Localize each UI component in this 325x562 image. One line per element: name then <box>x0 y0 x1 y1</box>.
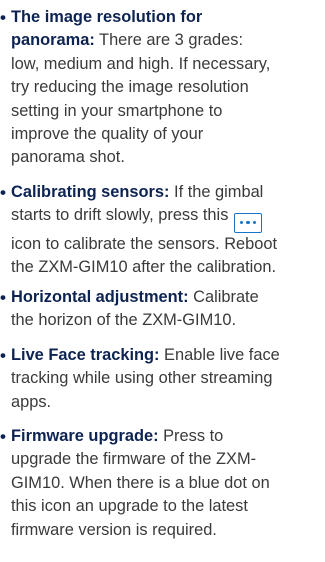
item-term: Live Face tracking: <box>11 346 160 364</box>
item-term: The image resolution for <box>11 8 203 26</box>
list-item-horizontal-adjustment: • Horizontal adjustment: Calibrate the h… <box>0 286 322 333</box>
item-text: this icon an upgrade to the latest <box>11 497 248 516</box>
item-text: the horizon of the ZXM-GIM10. <box>11 311 237 330</box>
bullet: • <box>0 288 6 307</box>
item-text: Press to <box>158 427 224 445</box>
item-text: setting in your smartphone to <box>11 101 223 120</box>
item-text: low, medium and high. If necessary, <box>11 54 271 73</box>
item-term-continued: panorama: <box>11 31 95 50</box>
item-term: Calibrating sensors: <box>11 183 170 201</box>
bullet: • <box>0 183 6 202</box>
item-term: Horizontal adjustment: <box>11 288 189 306</box>
item-text: panorama shot. <box>11 148 125 167</box>
item-text: There are 3 grades: <box>94 31 244 50</box>
item-text: try reducing the image resolution <box>11 78 249 97</box>
item-text: GIM10. When there is a blue dot on <box>11 473 270 492</box>
list-item-calibrating-sensors: • Calibrating sensors: If the gimbal sta… <box>0 181 322 279</box>
item-text: icon to calibrate the sensors. Reboot <box>11 234 278 253</box>
manual-page: • The image resolution for panorama: The… <box>0 0 325 562</box>
item-text: tracking while using other streaming <box>11 369 273 388</box>
bullet: • <box>0 427 6 446</box>
item-text: If the gimbal <box>169 183 264 201</box>
item-text: apps. <box>11 392 52 411</box>
bullet: • <box>0 8 6 27</box>
more-dots-icon <box>233 212 262 233</box>
list-item-image-resolution: • The image resolution for panorama: The… <box>0 6 322 170</box>
bullet: • <box>0 346 6 365</box>
list-item-live-face-tracking: • Live Face tracking: Enable live face t… <box>0 344 322 414</box>
item-text: upgrade the firmware of the ZXM- <box>11 450 257 469</box>
item-text: the ZXM-GIM10 after the calibration. <box>11 258 277 277</box>
item-text: improve the quality of your <box>11 125 204 144</box>
item-term: Firmware upgrade: <box>11 427 159 445</box>
item-text: starts to drift slowly, press this <box>11 206 229 225</box>
list-item-firmware-upgrade: • Firmware upgrade: Press to upgrade the… <box>0 425 322 542</box>
item-text: Calibrate <box>188 288 259 306</box>
item-text: firmware version is required. <box>11 520 217 539</box>
item-text: Enable live face <box>159 346 280 364</box>
